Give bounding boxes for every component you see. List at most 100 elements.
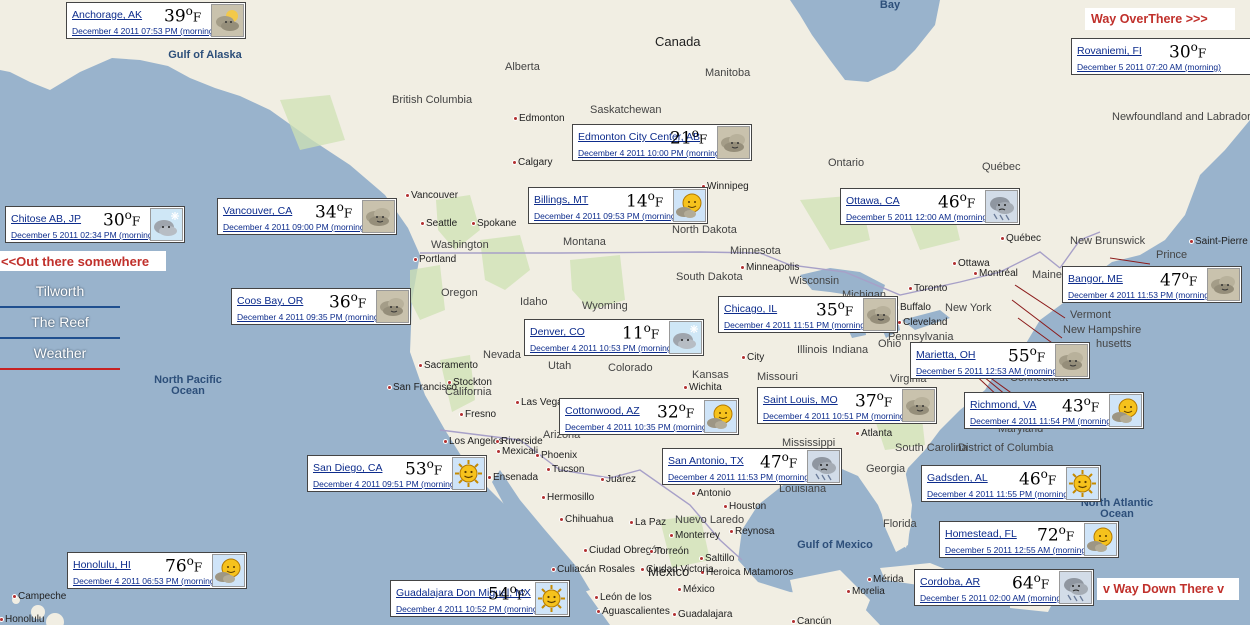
weather-card[interactable]: Richmond, VA 43oF December 4 2011 11:54 PM… [964,392,1144,429]
weather-card[interactable]: Anchorage, AK 39oF December 4 2011 07:53 P… [66,2,246,39]
weather-time-link[interactable]: December 4 2011 06:53 PM (morning) [73,576,221,586]
weather-city-link[interactable]: Chicago, IL [724,303,777,315]
map-label-cities-45: Aguascalientes [602,606,670,617]
map-label-regions-4: Ontario [828,157,865,169]
weather-card[interactable]: Marietta, OH 55oF December 5 2011 12:53 AM… [910,342,1090,379]
weather-time-link[interactable]: December 4 2011 09:53 PM (morning) [534,211,682,221]
weather-city-link[interactable]: Anchorage, AK [72,9,142,21]
weather-time-link[interactable]: December 5 2011 02:00 AM (morning) [920,593,1068,603]
weather-card[interactable]: Guadalajara Don Miguel, MX 54oF December 4… [390,580,570,617]
weather-card[interactable]: Gadsden, AL 46oF December 4 2011 11:55 PM … [921,465,1101,502]
map-label-cities-13: Québec [1006,233,1042,244]
weather-city-link[interactable]: Denver, CO [530,326,585,338]
weather-card[interactable]: Edmonton City Center, AB 21oF December 4 2… [572,124,752,161]
weather-time-link[interactable]: December 4 2011 11:51 PM (morning) [724,320,872,330]
weather-time-link[interactable]: December 4 2011 10:00 PM (morning) [578,148,726,158]
weather-time-link[interactable]: December 4 2011 10:53 PM (morning) [530,343,678,353]
weather-card[interactable]: Homestead, FL 72oF December 5 2011 12:55 A… [939,521,1119,558]
map-label-cities-50: Campeche [18,591,67,602]
weather-card[interactable]: Billings, MT 14oF December 4 2011 09:53 PM… [528,187,708,224]
snow-cloud-icon [150,208,183,241]
map-label-regions-12: husetts [1096,338,1132,350]
weather-city-link[interactable]: Saint Louis, MO [763,394,838,406]
weather-city-link[interactable]: San Antonio, TX [668,455,744,467]
weather-card[interactable]: Saint Louis, MO 37oF December 4 2011 10:51… [757,387,937,424]
weather-time-link[interactable]: December 4 2011 09:51 PM (morning) [313,479,461,489]
weather-time-link[interactable]: December 5 2011 02:34 PM (morning) [11,230,159,240]
weather-city-link[interactable]: Vancouver, CA [223,205,292,217]
link-out-there-somewhere[interactable]: <<Out there somewhere [0,251,166,271]
weather-card[interactable]: Denver, CO 11oF December 4 2011 10:53 PM (… [524,319,704,356]
weather-city-link[interactable]: Gadsden, AL [927,472,988,484]
weather-city-link[interactable]: Marietta, OH [916,349,976,361]
weather-card[interactable]: Chicago, IL 35oF December 4 2011 11:51 PM … [718,296,898,333]
weather-city-link[interactable]: Coos Bay, OR [237,295,303,307]
nav-tilworth[interactable]: Tilworth [0,277,120,308]
city-dot [649,549,654,554]
weather-temp-unit: F [966,196,976,211]
nav-the-reef[interactable]: The Reef [0,308,120,339]
weather-temp: 32oF [657,400,694,423]
cloudy-icon [863,298,896,331]
weather-card[interactable]: Cottonwood, AZ 32oF December 4 2011 10:35 … [559,398,739,435]
map[interactable]: Canada México Gulf of Alaska North Pacific … [0,0,1250,625]
weather-city-link[interactable]: Cordoba, AR [920,576,980,588]
weather-time-link[interactable]: December 5 2011 12:55 AM (morning) [945,545,1093,555]
weather-temp-value: 35 [816,300,838,321]
city-dot [640,567,645,572]
weather-time-link[interactable]: December 5 2011 07:20 AM (morning) [1077,62,1225,72]
weather-temp-unit: F [192,10,202,25]
map-label-cities-28: Atlanta [861,428,893,439]
city-dot [12,594,17,599]
city-dot [973,271,978,276]
weather-city-link[interactable]: Honolulu, HI [73,559,131,571]
weather-time-link[interactable]: December 4 2011 11:53 PM (morning) [668,472,816,482]
weather-time-link[interactable]: December 4 2011 09:00 PM (morning) [223,222,371,232]
weather-time-link[interactable]: December 4 2011 10:35 PM (morning) [565,422,713,432]
weather-card[interactable]: San Antonio, TX 47oF December 4 2011 11:53… [662,448,842,485]
weather-time-link[interactable]: December 4 2011 07:53 PM (morning) [72,26,220,36]
weather-time-link[interactable]: December 4 2011 11:55 PM (morning) [927,489,1075,499]
link-way-over-there[interactable]: Way OverThere >>> [1085,8,1235,30]
weather-time-link[interactable]: December 4 2011 10:51 PM (morning) [763,411,911,421]
map-label-regions-2: Saskatchewan [590,104,662,116]
weather-card[interactable]: Bangor, ME 47oF December 4 2011 11:53 PM (… [1062,266,1242,303]
weather-time-link[interactable]: December 4 2011 11:54 PM (morning) [970,416,1118,426]
weather-city-link[interactable]: Richmond, VA [970,399,1036,411]
weather-temp: 53oF [405,457,442,480]
map-label-regions-33: Utah [548,360,572,372]
weather-time-link[interactable]: December 4 2011 11:53 PM (morning) [1068,290,1216,300]
weather-card[interactable]: Coos Bay, OR 36oF December 4 2011 09:35 PM… [231,288,411,325]
weather-city-link[interactable]: Bangor, ME [1068,273,1123,285]
weather-card[interactable]: San Diego, CA 53oF December 4 2011 09:51 P… [307,455,487,492]
city-dot [405,193,410,198]
map-label-cities-15: Sacramento [424,360,478,371]
weather-city-link[interactable]: Cottonwood, AZ [565,405,640,417]
weather-degree: o [1033,571,1041,585]
weather-card[interactable]: Rovaniemi, FI 30oF December 5 2011 07:20 A… [1071,38,1250,75]
weather-card[interactable]: Ottawa, CA 46oF December 5 2011 12:00 AM (… [840,188,1020,225]
city-dot [583,548,588,553]
weather-time-link[interactable]: December 5 2011 12:00 AM (morning) [846,212,994,222]
weather-city-link[interactable]: Chitose AB, JP [11,213,81,225]
weather-time-link[interactable]: December 5 2011 12:53 AM (morning) [916,366,1064,376]
weather-time-link[interactable]: December 4 2011 10:52 PM (morning) [396,604,544,614]
weather-time-link[interactable]: December 4 2011 09:35 PM (morning) [237,312,385,322]
map-label-regions-41: Georgia [866,463,906,475]
weather-city-link[interactable]: Rovaniemi, FI [1077,45,1142,57]
nav-weather[interactable]: Weather [0,339,120,370]
weather-card[interactable]: Honolulu, HI 76oF December 4 2011 06:53 PM… [67,552,247,589]
weather-city-link[interactable]: Billings, MT [534,194,588,206]
weather-card[interactable]: Vancouver, CA 34oF December 4 2011 09:00 P… [217,198,397,235]
weather-city-link[interactable]: Homestead, FL [945,528,1017,540]
cloudy-icon [717,126,750,159]
weather-city-link[interactable]: San Diego, CA [313,462,382,474]
weather-city-link[interactable]: Ottawa, CA [846,195,900,207]
map-label-cities-26: Wichita [689,382,722,393]
weather-degree: o [186,554,194,568]
link-way-down-there[interactable]: v Way Down There v [1097,578,1239,600]
partly-sunny-icon [212,554,245,587]
city-dot [495,439,500,444]
weather-card[interactable]: Chitose AB, JP 30oF December 5 2011 02:34 … [5,206,185,243]
weather-card[interactable]: Cordoba, AR 64oF December 5 2011 02:00 AM … [914,569,1094,606]
